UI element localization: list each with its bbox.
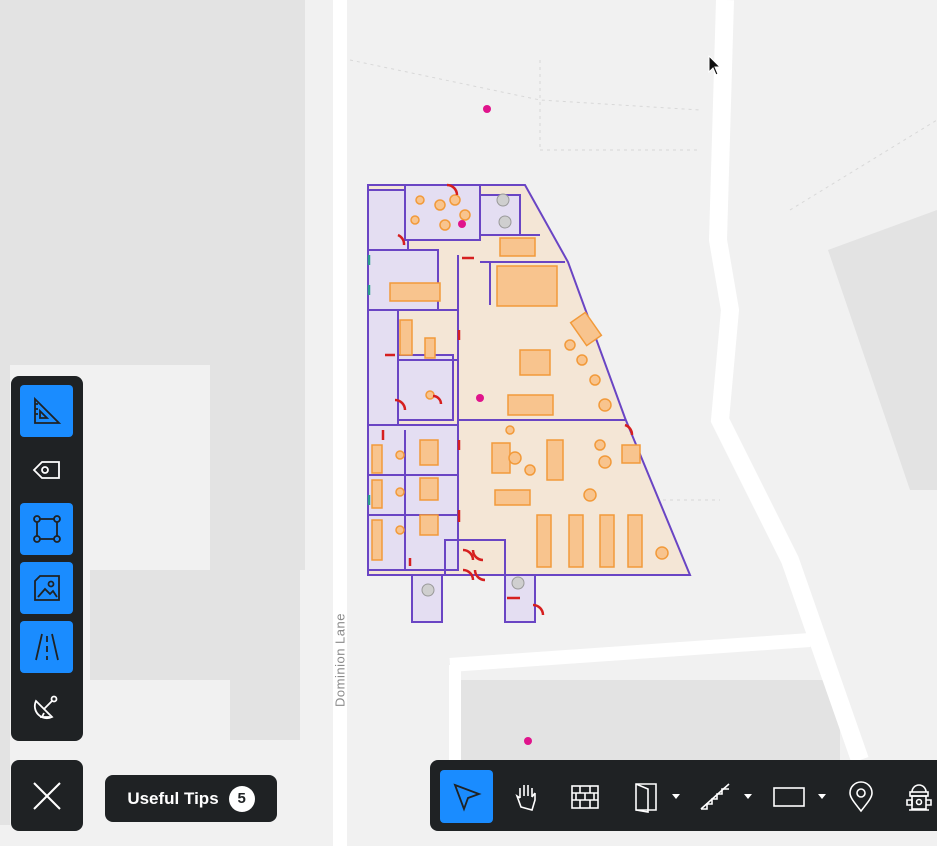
mouse-cursor-icon: [708, 55, 722, 76]
chevron-down-icon: [672, 794, 680, 799]
layers-panel: [11, 376, 83, 741]
street-label: Dominion Lane: [332, 613, 348, 707]
image-layer-icon: [33, 575, 60, 601]
measure-ruler-icon: [33, 396, 61, 424]
drawing-toolbar: [430, 760, 937, 831]
rectangle-tool[interactable]: [772, 770, 826, 823]
chevron-down-icon: [744, 794, 752, 799]
pan-hand-tool[interactable]: [510, 770, 544, 823]
door-tool[interactable]: [630, 770, 680, 823]
map-canvas[interactable]: [0, 0, 937, 846]
floor-plan[interactable]: [367, 183, 692, 623]
fire-hydrant-tool[interactable]: [902, 770, 936, 823]
tips-count-badge: 5: [228, 785, 255, 812]
road-lanes-icon: [34, 633, 59, 661]
tag-label-button[interactable]: [20, 444, 73, 496]
pointer-arrow-icon: [452, 782, 482, 812]
satellite-dish-icon: [33, 695, 57, 720]
stairs-icon: [700, 782, 730, 810]
wall-brick-tool[interactable]: [568, 770, 602, 823]
shape-nodes-icon: [32, 515, 61, 543]
stairs-tool[interactable]: [698, 770, 752, 823]
rectangle-icon: [773, 786, 805, 807]
close-icon: [33, 781, 61, 810]
hand-icon: [515, 784, 536, 811]
location-pin-icon: [849, 780, 873, 812]
close-button[interactable]: [11, 760, 83, 831]
chevron-down-icon: [818, 794, 826, 799]
satellite-dish-button[interactable]: [20, 680, 73, 732]
select-pointer-tool[interactable]: [440, 770, 493, 823]
fire-hydrant-icon: [906, 783, 932, 811]
door-icon: [635, 782, 657, 813]
shape-nodes-button[interactable]: [20, 503, 73, 555]
location-pin-tool[interactable]: [844, 770, 878, 823]
measure-ruler-button[interactable]: [20, 385, 73, 437]
road-lanes-button[interactable]: [20, 621, 73, 673]
image-layer-button[interactable]: [20, 562, 73, 614]
useful-tips-label: Useful Tips: [127, 788, 219, 808]
brick-wall-icon: [571, 784, 599, 809]
useful-tips-button[interactable]: Useful Tips 5: [105, 775, 277, 822]
tag-label-icon: [32, 461, 60, 479]
